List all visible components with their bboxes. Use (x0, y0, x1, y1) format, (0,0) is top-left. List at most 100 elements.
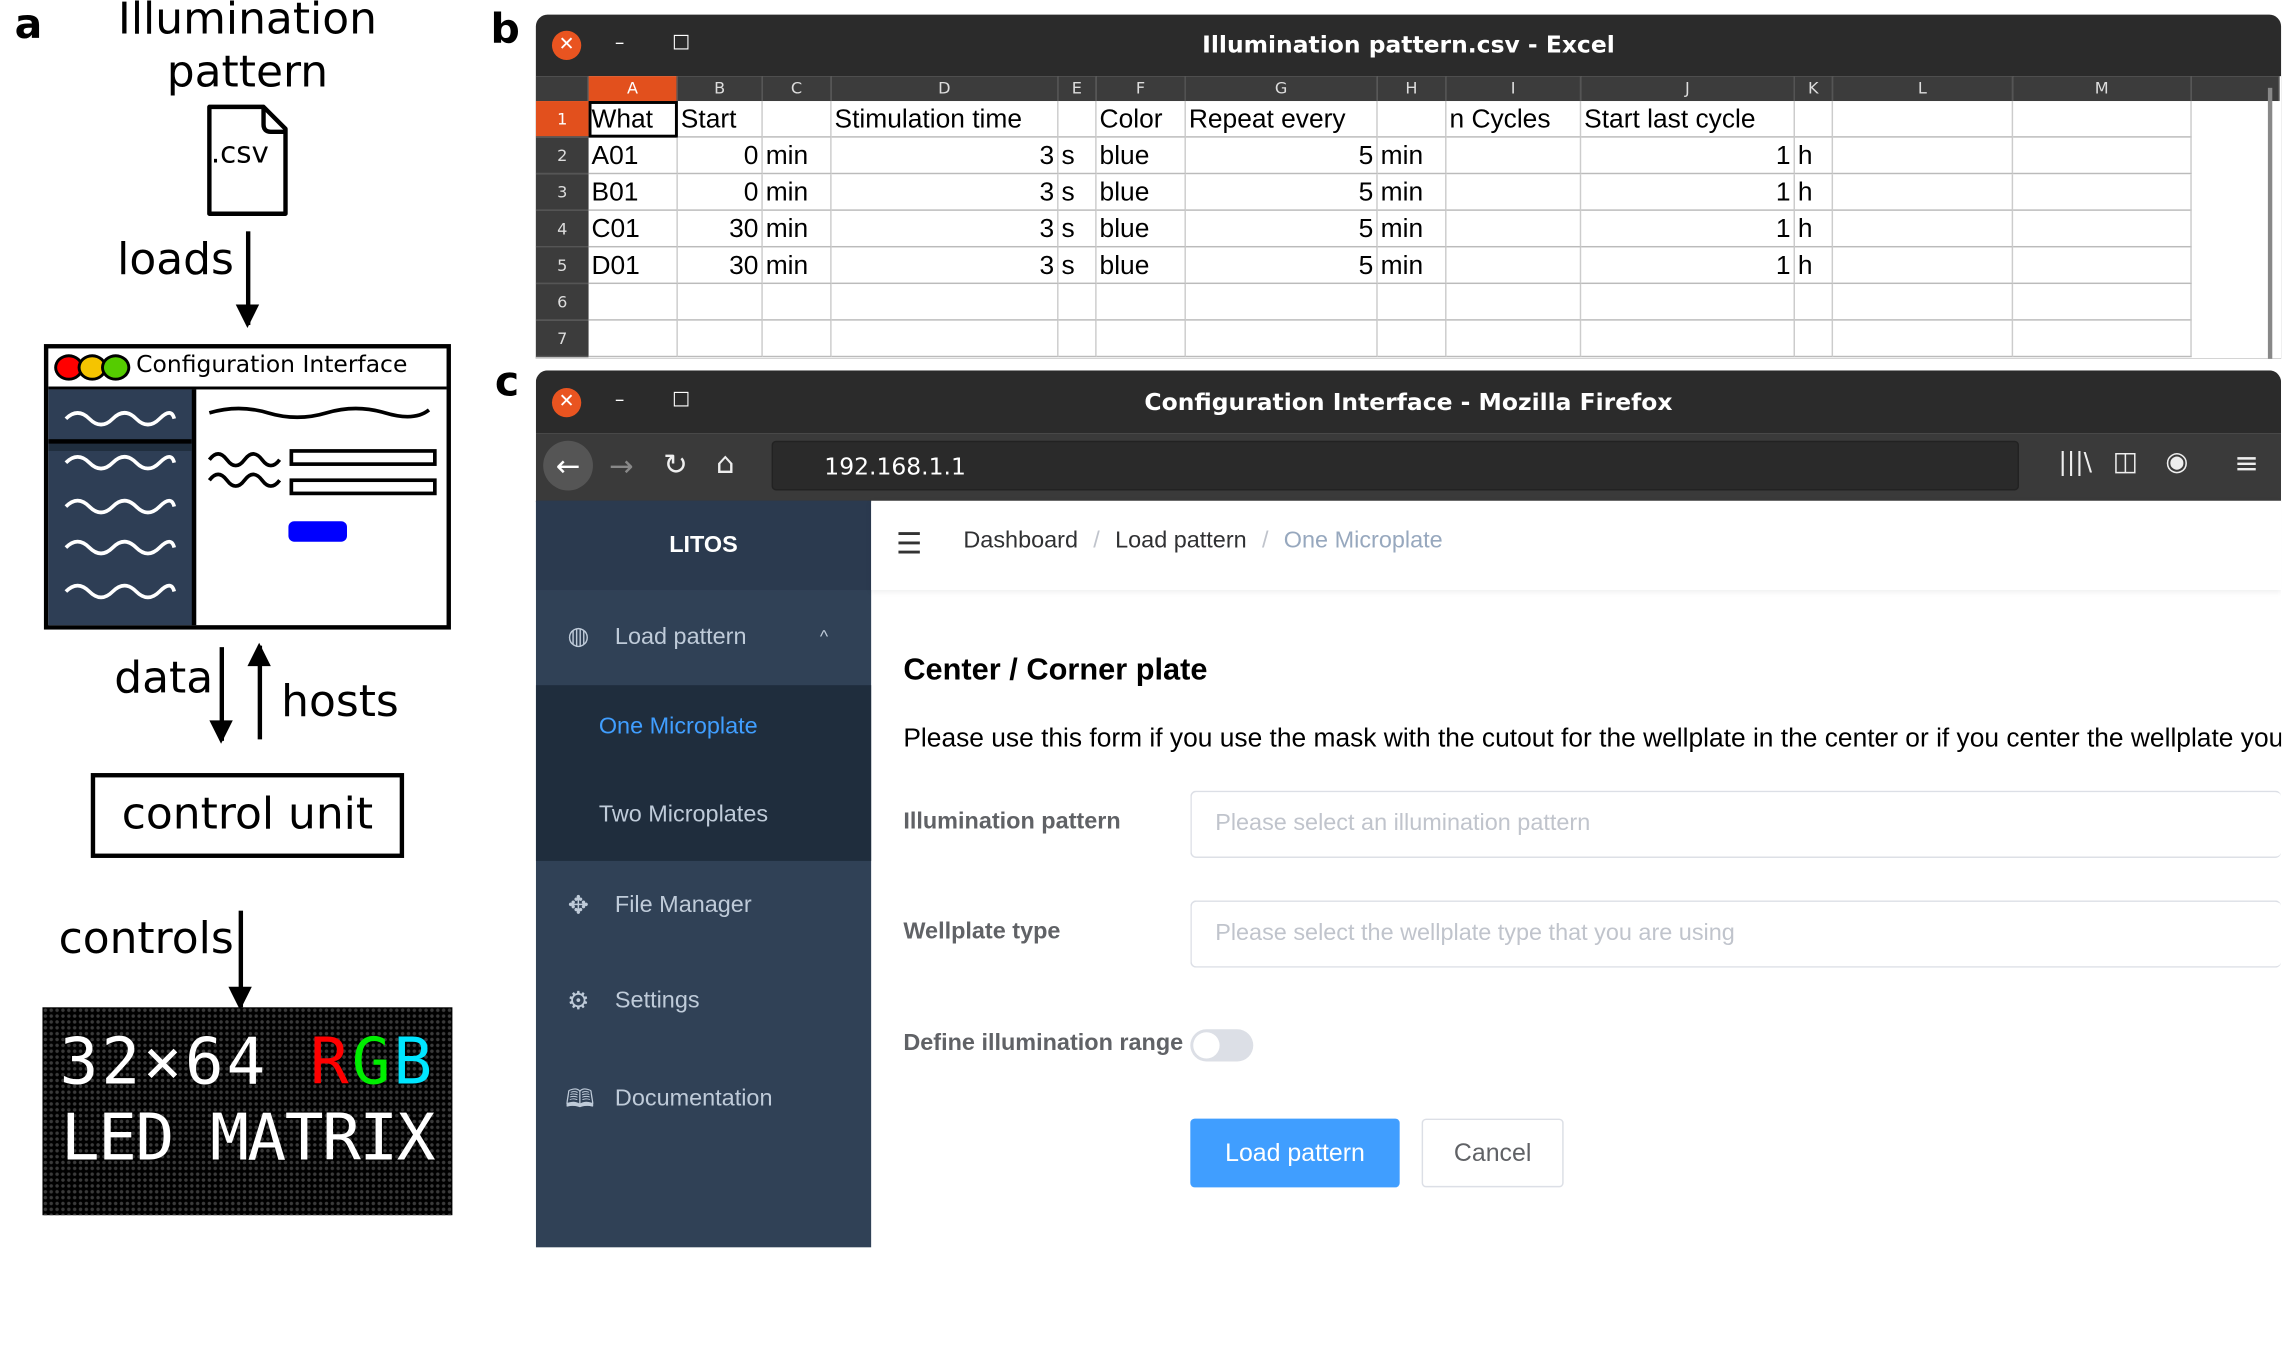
home-button[interactable]: ⌂ (716, 445, 735, 480)
row-header[interactable]: 4 (535, 210, 589, 248)
cell[interactable]: min (762, 210, 832, 248)
column-header[interactable]: K (1794, 76, 1834, 102)
cell[interactable]: Stimulation time (831, 101, 1059, 138)
maximize-icon[interactable]: □ (672, 31, 690, 53)
cell[interactable]: min (1377, 210, 1447, 248)
back-button[interactable]: ← (543, 440, 593, 491)
cell[interactable]: 5 (1185, 247, 1378, 285)
cell[interactable]: s (1058, 174, 1097, 211)
cell[interactable]: 5 (1185, 137, 1378, 175)
cell[interactable]: 3 (831, 137, 1059, 175)
load-pattern-button[interactable]: Load pattern (1190, 1118, 1400, 1188)
cell[interactable]: D01 (588, 247, 678, 285)
breadcrumb-dashboard[interactable]: Dashboard (963, 529, 1078, 554)
column-header[interactable]: M (2013, 76, 2192, 102)
cell[interactable]: blue (1096, 210, 1186, 248)
library-icon[interactable]: |||\ (2059, 448, 2093, 477)
cell[interactable] (1377, 101, 1447, 138)
url-bar[interactable]: 192.168.1.1 (771, 440, 2019, 491)
cell[interactable]: min (1377, 247, 1447, 285)
cell[interactable]: blue (1096, 137, 1186, 175)
cell[interactable] (2013, 284, 2192, 321)
cell[interactable]: 30 (677, 210, 763, 248)
illumination-pattern-select[interactable]: Please select an illumination pattern (1190, 790, 2282, 858)
cell[interactable]: s (1058, 210, 1097, 248)
minimize-icon[interactable]: – (615, 389, 625, 411)
sidebar-item-documentation[interactable]: 🕮 Documentation (536, 1051, 871, 1148)
cell[interactable]: C01 (588, 210, 678, 248)
cancel-button[interactable]: Cancel (1421, 1118, 1564, 1188)
cell[interactable]: 1 (1581, 210, 1795, 248)
sidebar-item-load-pattern[interactable]: ◍ Load pattern ^ (536, 590, 871, 685)
cell[interactable]: h (1794, 247, 1834, 285)
cell[interactable]: 30 (677, 247, 763, 285)
sidebar-item-file-manager[interactable]: ✥ File Manager (536, 861, 871, 952)
cell[interactable] (588, 320, 678, 358)
column-header[interactable]: J (1581, 76, 1795, 102)
sidebar-item-two-microplates[interactable]: Two Microplates (536, 773, 871, 861)
cell[interactable]: Start (677, 101, 763, 138)
cell[interactable]: Repeat every (1185, 101, 1378, 138)
cell[interactable] (762, 101, 832, 138)
column-header[interactable]: B (677, 76, 763, 102)
row-header[interactable]: 2 (535, 137, 589, 175)
cell[interactable] (1446, 284, 1582, 321)
cell[interactable]: min (762, 174, 832, 211)
cell[interactable]: min (762, 137, 832, 175)
cell[interactable] (1185, 284, 1378, 321)
cell[interactable] (762, 320, 832, 358)
cell[interactable] (2013, 137, 2192, 175)
cell[interactable] (1794, 284, 1834, 321)
cell[interactable] (2013, 247, 2192, 285)
cell[interactable] (1058, 284, 1097, 321)
cell[interactable]: 1 (1581, 174, 1795, 211)
cell[interactable] (1833, 174, 2014, 211)
cell[interactable]: blue (1096, 247, 1186, 285)
cell[interactable]: B01 (588, 174, 678, 211)
cell[interactable]: 1 (1581, 247, 1795, 285)
cell[interactable]: 5 (1185, 174, 1378, 211)
cell[interactable]: A01 (588, 137, 678, 175)
row-header[interactable]: 7 (535, 320, 589, 358)
cell[interactable] (1446, 247, 1582, 285)
cell[interactable]: 3 (831, 247, 1059, 285)
cell[interactable] (588, 284, 678, 321)
cell[interactable] (1794, 101, 1834, 138)
cell[interactable]: What (588, 101, 678, 138)
cell[interactable] (2013, 320, 2192, 358)
cell[interactable]: 5 (1185, 210, 1378, 248)
cell[interactable]: h (1794, 174, 1834, 211)
cell[interactable] (1058, 320, 1097, 358)
cell[interactable] (1377, 284, 1447, 321)
maximize-icon[interactable]: □ (672, 388, 690, 410)
cell[interactable]: 3 (831, 174, 1059, 211)
cell[interactable] (1377, 320, 1447, 358)
row-header[interactable]: 1 (535, 101, 589, 138)
column-header[interactable]: A (588, 76, 678, 102)
cell[interactable]: 0 (677, 174, 763, 211)
cell[interactable] (1833, 320, 2014, 358)
cell[interactable] (1446, 174, 1582, 211)
close-icon[interactable]: ✕ (551, 30, 582, 61)
column-header[interactable]: D (831, 76, 1059, 102)
column-header[interactable]: G (1185, 76, 1378, 102)
cell[interactable] (1446, 320, 1582, 358)
sidebar-item-one-microplate[interactable]: One Microplate (536, 685, 871, 773)
cell[interactable]: min (762, 247, 832, 285)
cell[interactable]: Color (1096, 101, 1186, 138)
forward-button[interactable]: → (609, 448, 634, 483)
wellplate-type-select[interactable]: Please select the wellplate type that yo… (1190, 900, 2282, 968)
cell[interactable] (1833, 247, 2014, 285)
row-header[interactable]: 5 (535, 247, 589, 285)
cell[interactable] (831, 320, 1059, 358)
cell[interactable]: 3 (831, 210, 1059, 248)
column-header[interactable]: L (1833, 76, 2014, 102)
cell[interactable] (1096, 320, 1186, 358)
cell[interactable] (677, 320, 763, 358)
cell[interactable] (2013, 101, 2192, 138)
sidebar-item-settings[interactable]: ⚙ Settings (536, 952, 871, 1052)
cell[interactable] (1833, 284, 2014, 321)
cell[interactable]: h (1794, 210, 1834, 248)
breadcrumb-load-pattern[interactable]: Load pattern (1115, 529, 1247, 554)
cell[interactable]: h (1794, 137, 1834, 175)
